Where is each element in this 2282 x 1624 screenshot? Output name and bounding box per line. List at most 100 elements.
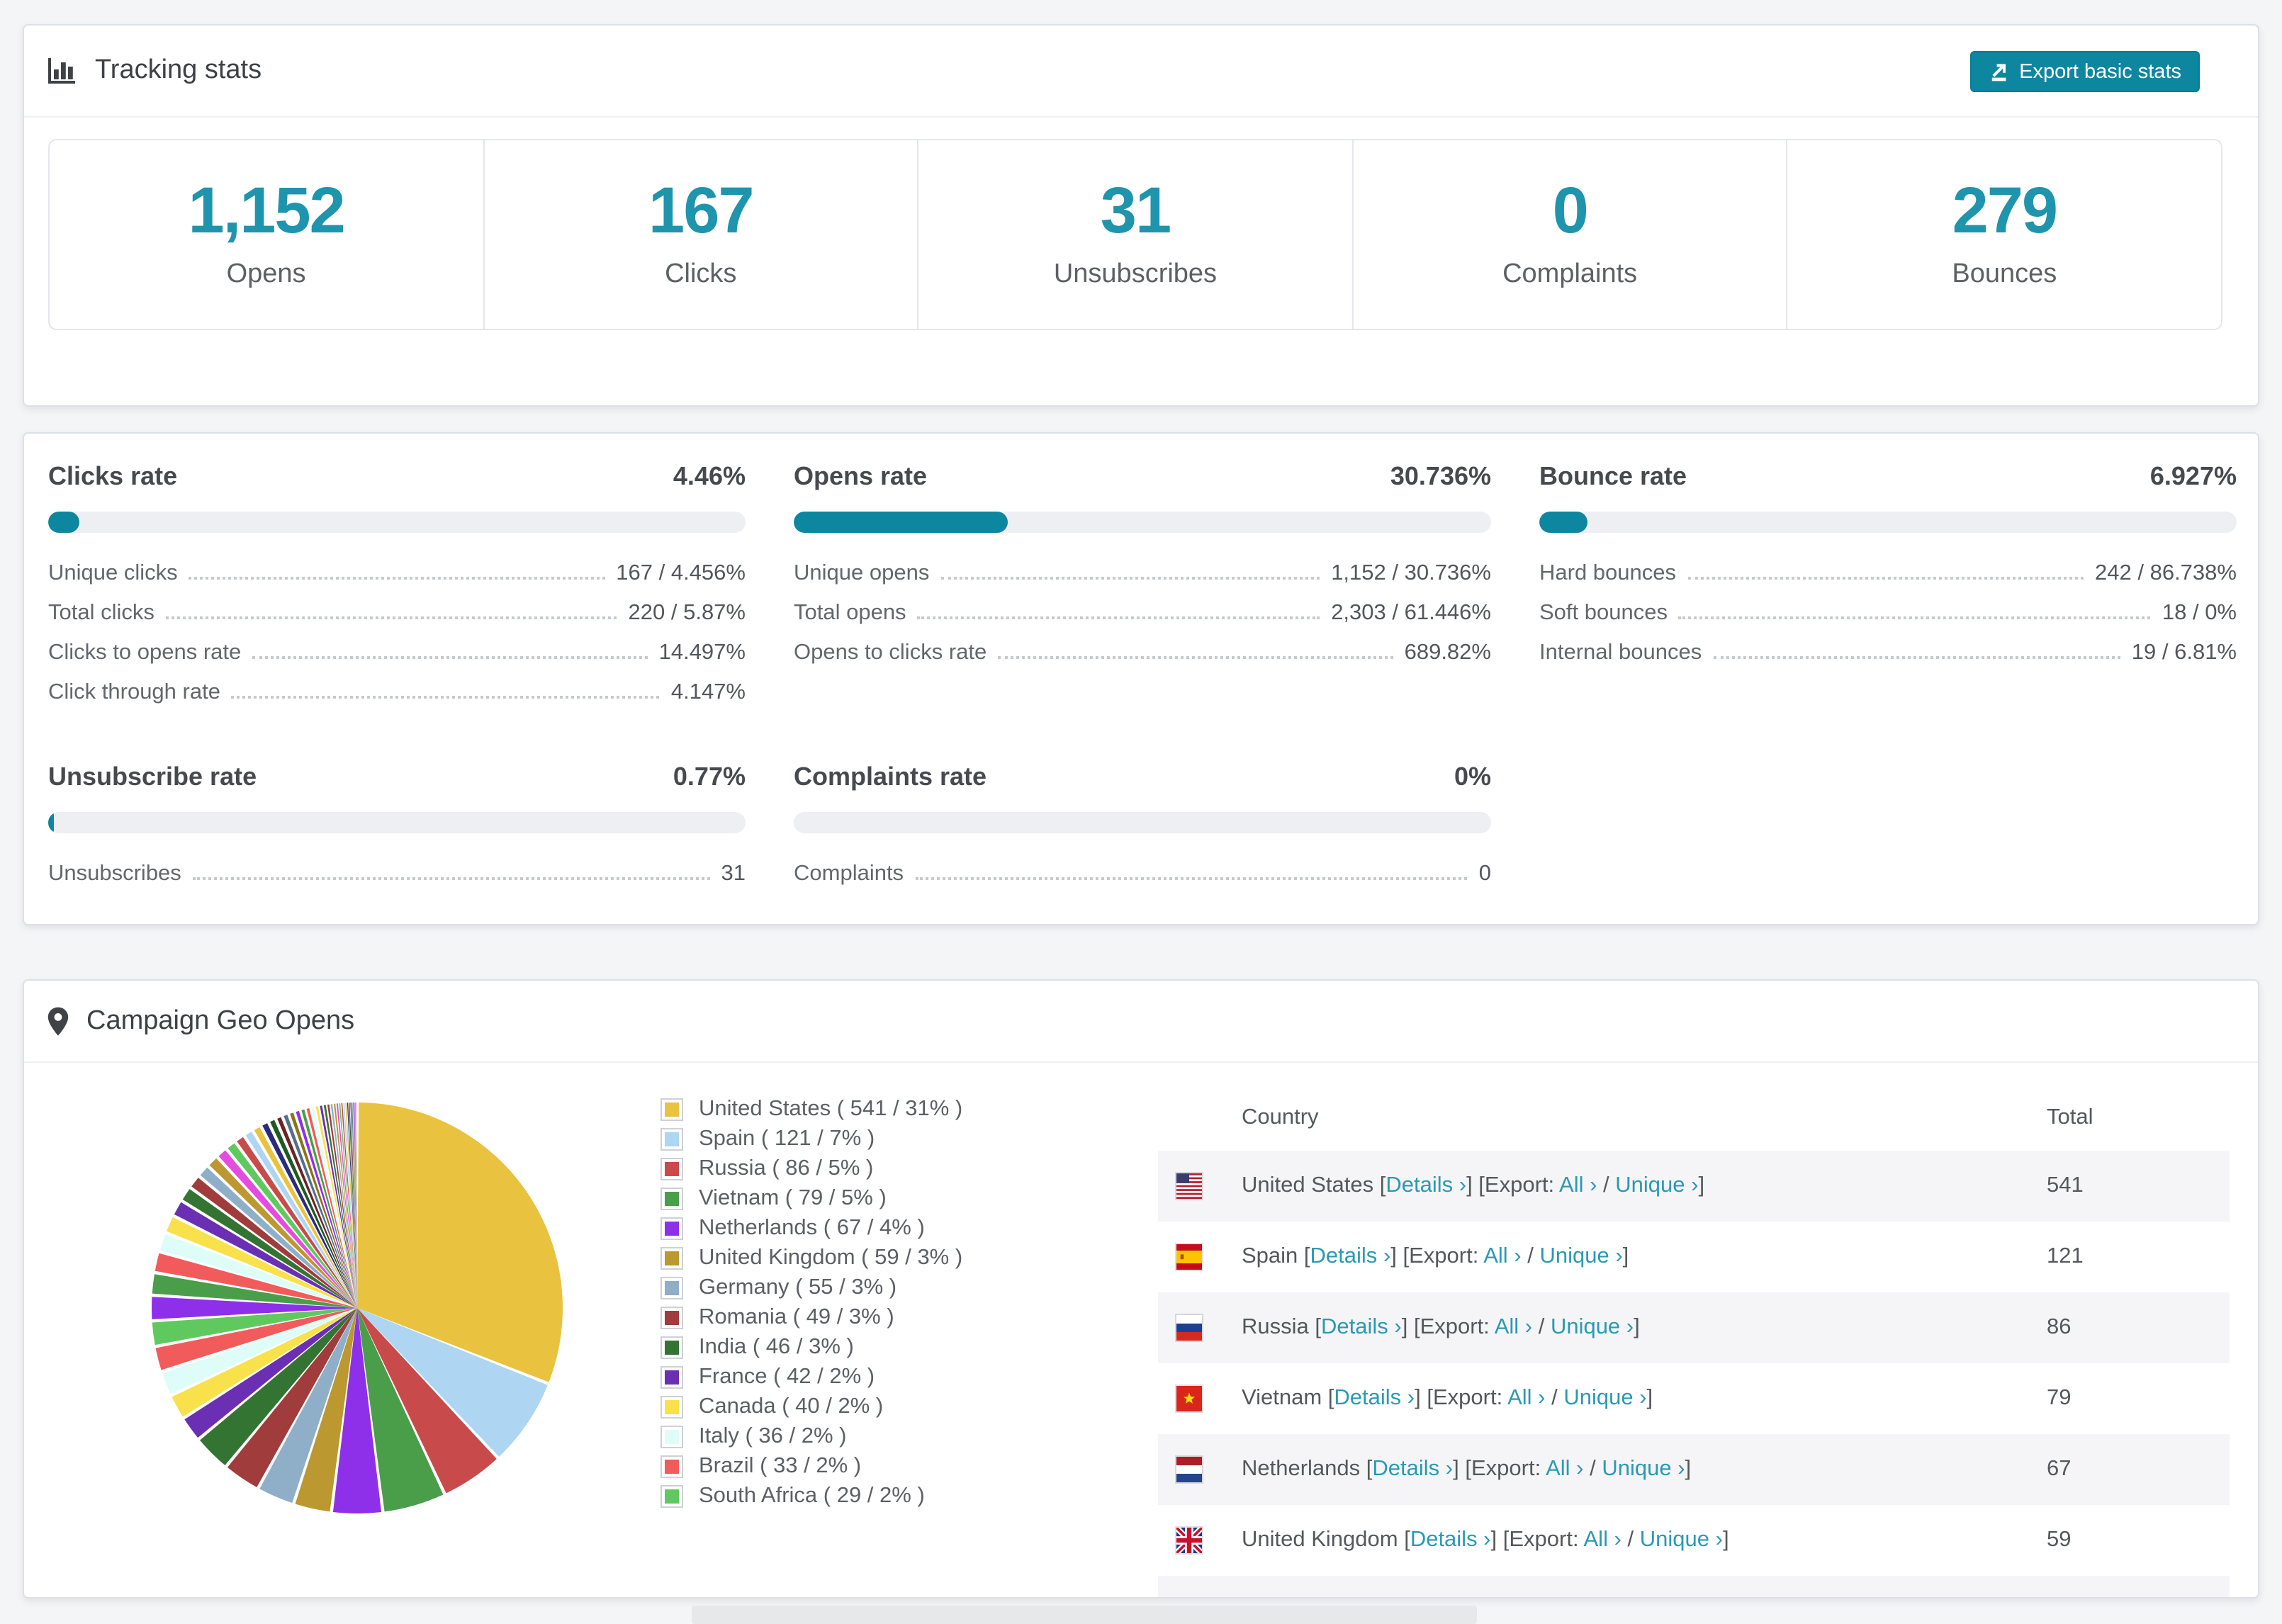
link-separator-text: ] (1634, 1315, 1640, 1339)
link-separator-text: / (1521, 1244, 1540, 1268)
rate-row-label: Unsubscribes (48, 862, 181, 886)
geo-opens-pie-chart (151, 1102, 563, 1513)
link-separator-text: ] (1622, 1244, 1629, 1268)
link-separator-text: ] [ (1490, 1528, 1510, 1552)
rate-row: Unsubscribes 31 (48, 862, 746, 887)
rate-progress-track (48, 812, 746, 833)
legend-item: Netherlands ( 67 / 4% ) (661, 1213, 962, 1243)
legend-swatch (661, 1365, 683, 1388)
export-unique-link[interactable]: Unique › (1539, 1244, 1622, 1268)
legend-label: Brazil ( 33 / 2% ) (699, 1453, 862, 1477)
legend-label: Romania ( 49 / 3% ) (699, 1304, 894, 1329)
leader-dots (231, 696, 660, 699)
rate-panel-bounce-rate: Bounce rate 6.927% Hard bounces 242 / 86.73… (1539, 462, 2237, 720)
rate-panel-value: 0.77% (673, 762, 746, 791)
bottom-scroll-band[interactable] (692, 1606, 1477, 1624)
details-link[interactable]: Details › (1386, 1173, 1466, 1197)
rate-row-value: 0 (1478, 862, 1491, 886)
link-separator-text: / (1621, 1528, 1640, 1552)
map-pin-icon (47, 1005, 69, 1037)
leader-dots (189, 577, 605, 580)
country-cell: Russia [Details ›] [Export: All › / Uniq… (1242, 1315, 2047, 1341)
legend-label: Netherlands ( 67 / 4% ) (699, 1215, 925, 1239)
legend-swatch (661, 1127, 683, 1150)
link-separator-text: / (1597, 1173, 1616, 1197)
legend-swatch (661, 1157, 683, 1180)
export-unique-link[interactable]: Unique › (1563, 1386, 1646, 1410)
rate-panel-head: Opens rate 30.736% (794, 462, 1491, 492)
total-cell: 79 (2047, 1386, 2072, 1410)
geo-table-row-united-states: United States [Details ›] [Export: All ›… (1158, 1151, 2230, 1222)
stat-cell-unsubscribes: 31 Unsubscribes (917, 140, 1351, 329)
total-cell: 86 (2047, 1315, 2072, 1339)
rate-row: Complaints 0 (794, 862, 1491, 887)
legend-swatch (661, 1306, 683, 1329)
export-unique-link[interactable]: Unique › (1640, 1528, 1723, 1552)
export-basic-stats-button[interactable]: Export basic stats (1969, 51, 2200, 92)
rate-row: Hard bounces 242 / 86.738% (1539, 561, 2237, 587)
details-link[interactable]: Details › (1310, 1244, 1391, 1268)
details-link[interactable]: Details › (1334, 1386, 1415, 1410)
legend-item: Russia ( 86 / 5% ) (661, 1154, 962, 1183)
page: Tracking stats Export basic stats 1,152 O… (0, 0, 2282, 1624)
flag-de-icon (1175, 1597, 1203, 1598)
legend-item: South Africa ( 29 / 2% ) (661, 1481, 962, 1511)
export-all-link[interactable]: All › (1559, 1173, 1597, 1197)
export-unique-link[interactable]: Unique › (1551, 1315, 1634, 1339)
rate-row: Unique clicks 167 / 4.456% (48, 561, 746, 587)
flag-ru-icon (1175, 1314, 1203, 1342)
rate-row-value: 4.147% (670, 680, 746, 704)
rate-row: Total clicks 220 / 5.87% (48, 601, 746, 626)
export-all-link[interactable]: All › (1507, 1386, 1545, 1410)
geo-table-row-germany: Germany [Details ›] [Export: All › / Uni… (1158, 1576, 2230, 1598)
total-cell: 59 (2047, 1528, 2072, 1552)
link-separator-text: ] [ (1466, 1173, 1485, 1197)
legend-swatch (661, 1276, 683, 1299)
stat-cell-clicks: 167 Clicks (483, 140, 917, 329)
rate-panel-opens-rate: Opens rate 30.736% Unique opens 1,152 / 30.… (794, 462, 1491, 720)
rate-row-label: Unique opens (794, 561, 930, 585)
stat-value: 0 (1552, 173, 1589, 247)
legend-swatch (661, 1484, 683, 1507)
geo-opens-card: Campaign Geo Opens United States ( 541 /… (23, 979, 2259, 1598)
details-link[interactable]: Details › (1321, 1315, 1402, 1339)
export-button-label: Export basic stats (2019, 60, 2181, 83)
geo-opens-body: United States ( 541 / 31% ) Spain ( 121 /… (24, 1063, 2258, 1598)
link-separator-text: Export: (1432, 1386, 1508, 1410)
legend-label: Spain ( 121 / 7% ) (699, 1126, 875, 1150)
stat-label: Opens (226, 259, 306, 289)
link-separator-text: [ (1404, 1528, 1410, 1552)
export-unique-link[interactable]: Unique › (1602, 1457, 1685, 1481)
legend-swatch (661, 1425, 683, 1448)
rate-progress-fill (1539, 512, 1588, 533)
rate-panel-value: 30.736% (1390, 462, 1491, 490)
rate-panel-head: Complaints rate 0% (794, 762, 1491, 792)
export-unique-link[interactable]: Unique › (1615, 1173, 1698, 1197)
total-cell: 541 (2047, 1173, 2084, 1197)
country-name: Russia (1242, 1315, 1315, 1339)
legend-label: Italy ( 36 / 2% ) (699, 1423, 847, 1448)
legend-item: Romania ( 49 / 3% ) (661, 1302, 962, 1332)
legend-label: South Africa ( 29 / 2% ) (699, 1483, 925, 1507)
legend-swatch (661, 1098, 683, 1120)
geo-table-row-vietnam: Vietnam [Details ›] [Export: All › / Uni… (1158, 1363, 2230, 1434)
legend-swatch (661, 1336, 683, 1358)
rate-panel-clicks-rate: Clicks rate 4.46% Unique clicks 167 / 4.456… (48, 462, 746, 720)
rate-row-value: 31 (721, 862, 746, 886)
export-all-link[interactable]: All › (1483, 1244, 1521, 1268)
rate-panel-title: Complaints rate (794, 762, 987, 791)
details-link[interactable]: Details › (1372, 1457, 1453, 1481)
leader-dots (1687, 577, 2084, 580)
stat-value: 167 (648, 173, 754, 247)
link-separator-text: ] (1698, 1173, 1705, 1197)
leader-dots (252, 656, 648, 659)
legend-item: Germany ( 55 / 3% ) (661, 1273, 962, 1302)
link-separator-text: Export: (1471, 1457, 1546, 1481)
details-link[interactable]: Details › (1410, 1528, 1491, 1552)
export-all-link[interactable]: All › (1546, 1457, 1583, 1481)
bar-chart-icon (47, 57, 78, 85)
rate-progress-fill (48, 812, 55, 833)
export-all-link[interactable]: All › (1495, 1315, 1532, 1339)
export-all-link[interactable]: All › (1584, 1528, 1621, 1552)
link-separator-text: ] [ (1453, 1457, 1471, 1481)
